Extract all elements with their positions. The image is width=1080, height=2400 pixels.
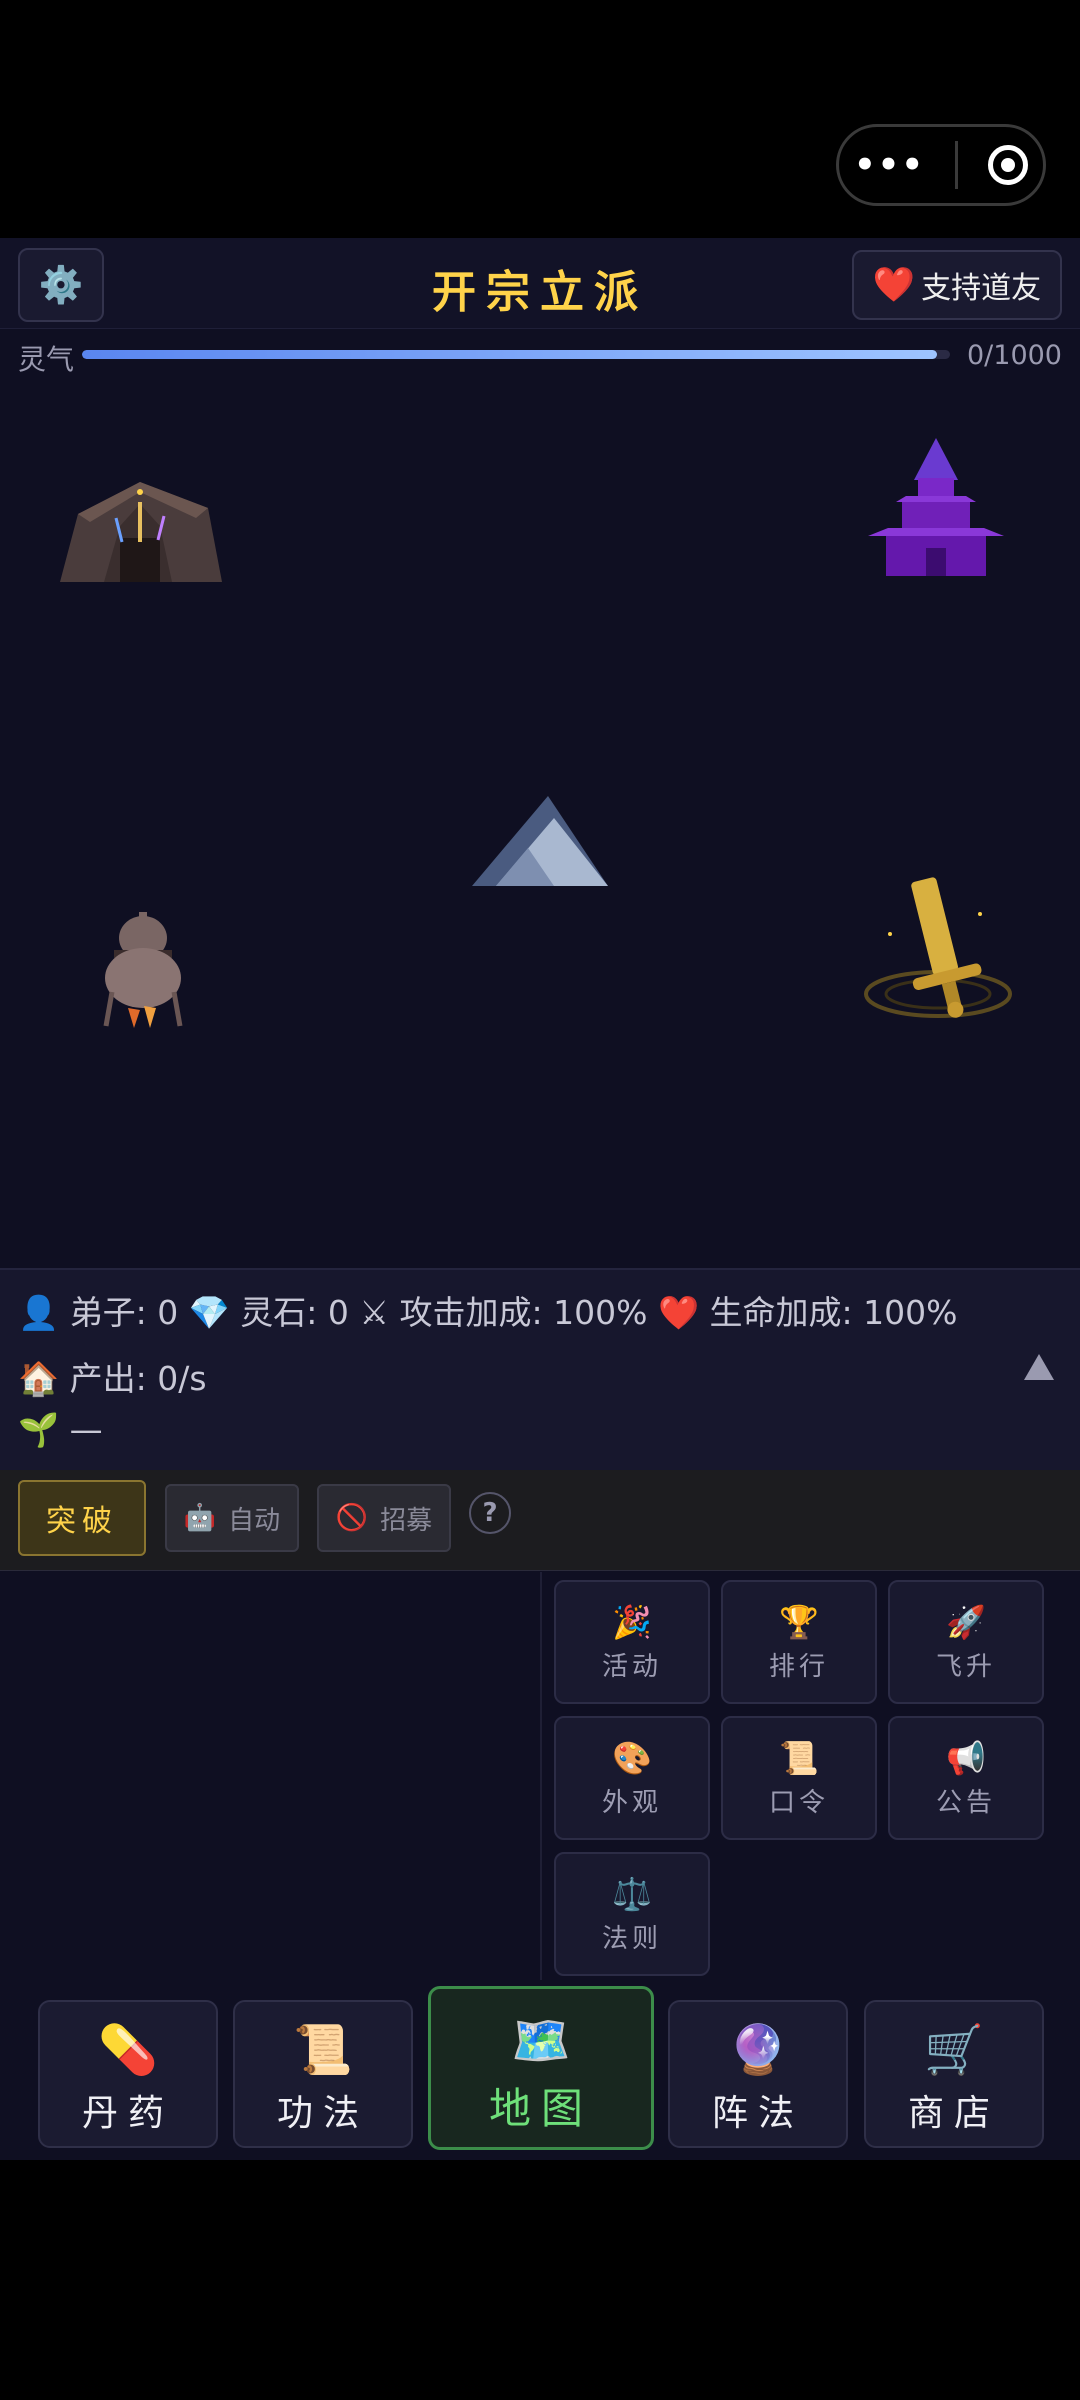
pill-icon: 💊: [98, 2022, 158, 2078]
disciple-count: 弟子: 0: [69, 1293, 179, 1332]
rules-button[interactable]: ⚖️ 法则: [554, 1852, 710, 1976]
spirit-stone-count: 灵石: 0: [240, 1293, 349, 1332]
header: ⚙️ 开宗立派 ❤️ 支持道友: [0, 238, 1080, 329]
activity-button[interactable]: 🎉 活动: [554, 1580, 710, 1704]
bottom-safe-area: [0, 2160, 1080, 2400]
bottom-nav: 💊 丹药 📜 功法 🗺️ 地图 🔮 阵法 🛒 商店: [0, 1980, 1080, 2160]
sprout-icon: 🌱: [18, 1410, 60, 1449]
more-menu-button[interactable]: •••: [854, 145, 925, 185]
nav-shop[interactable]: 🛒 商店: [864, 2000, 1044, 2148]
nav-formations[interactable]: 🔮 阵法: [668, 2000, 848, 2148]
party-popper-icon: 🎉: [612, 1603, 652, 1641]
qi-progress-bar: [82, 350, 950, 359]
heart-icon: ❤️: [872, 265, 916, 305]
crystal-ball-icon: 🔮: [728, 2022, 788, 2078]
action-bar: 突破 🤖 自动 🚫 招募 ?: [0, 1470, 1080, 1571]
support-label: 支持道友: [921, 271, 1042, 306]
disciple-icon: 👤: [18, 1293, 60, 1332]
auto-button[interactable]: 🤖 自动: [165, 1484, 299, 1552]
status-bar-area: •••: [0, 0, 1080, 238]
capsule-divider: [955, 141, 959, 189]
ascend-button[interactable]: 🚀 飞升: [888, 1580, 1044, 1704]
palette-icon: 🎨: [612, 1739, 652, 1777]
shopping-cart-icon: 🛒: [924, 2022, 984, 2078]
crossed-swords-icon: ⚔: [359, 1293, 389, 1332]
prohibited-icon: 🚫: [335, 1503, 369, 1533]
scroll-icon: 📜: [779, 1739, 819, 1777]
qi-label: 灵气: [18, 343, 75, 376]
support-button[interactable]: ❤️ 支持道友: [852, 250, 1062, 320]
stats-line-2: 🏠 产出: 0/s: [18, 1352, 207, 1400]
close-miniprogram-icon[interactable]: [988, 145, 1028, 185]
house-icon: 🏠: [18, 1359, 60, 1398]
nav-shop-label: 商店: [907, 2093, 1000, 2134]
appearance-button[interactable]: 🎨 外观: [554, 1716, 710, 1840]
nav-formations-label: 阵法: [711, 2093, 804, 2134]
heart-icon: ❤️: [657, 1293, 700, 1332]
stats-line-3: 🌱 —: [18, 1410, 103, 1450]
qi-progress-fill: [82, 350, 937, 359]
miniprogram-capsule: •••: [836, 124, 1046, 206]
map-icon: 🗺️: [511, 2013, 571, 2069]
spirit-stone-icon: 💎: [188, 1293, 230, 1332]
qi-value: 0/1000: [967, 340, 1062, 371]
collapse-arrow-icon[interactable]: [1024, 1354, 1054, 1380]
sword-array-building[interactable]: [860, 874, 1016, 1024]
help-button[interactable]: ?: [469, 1492, 511, 1534]
recruit-label: 招募: [380, 1505, 433, 1536]
breakthrough-button[interactable]: 突破: [18, 1480, 146, 1556]
recruit-button[interactable]: 🚫 招募: [317, 1484, 451, 1552]
balance-scale-icon: ⚖️: [612, 1875, 652, 1913]
ranking-button[interactable]: 🏆 排行: [721, 1580, 877, 1704]
rules-label: 法则: [601, 1924, 662, 1954]
nav-pills[interactable]: 💊 丹药: [38, 2000, 218, 2148]
nav-map-label: 地图: [488, 2084, 593, 2133]
announcement-button[interactable]: 📢 公告: [888, 1716, 1044, 1840]
rocket-icon: 🚀: [946, 1603, 986, 1641]
passcode-label: 口令: [768, 1788, 829, 1818]
nav-pills-label: 丹药: [81, 2093, 174, 2134]
appearance-label: 外观: [601, 1788, 662, 1818]
sect-map: [0, 388, 1080, 1268]
auto-label: 自动: [228, 1505, 281, 1536]
qi-progress-row: 灵气 0/1000: [0, 336, 1080, 378]
cave-tent-building[interactable]: [60, 478, 222, 588]
feature-grid: 🎉 活动 🏆 排行 🚀 飞升 🎨 外观 📜 口令 📢 公告 ⚖️ 法则: [540, 1572, 1080, 1980]
announcement-label: 公告: [935, 1788, 996, 1818]
passcode-button[interactable]: 📜 口令: [721, 1716, 877, 1840]
life-bonus: 生命加成: 100%: [709, 1293, 958, 1332]
output-rate: 产出: 0/s: [69, 1359, 207, 1398]
nav-map[interactable]: 🗺️ 地图: [428, 1986, 654, 2150]
scroll-icon: 📜: [293, 2022, 353, 2078]
pagoda-building[interactable]: [866, 438, 1006, 578]
trophy-icon: 🏆: [779, 1603, 819, 1641]
stats-line-1: 👤 弟子: 0 💎 灵石: 0 ⚔ 攻击加成: 100% ❤️ 生命加成: 10…: [18, 1286, 958, 1334]
activity-label: 活动: [601, 1652, 662, 1682]
game-screen: ⚙️ 开宗立派 ❤️ 支持道友 灵气 0/1000 👤 弟子: 0 💎 灵石: …: [0, 238, 1080, 2160]
ascend-label: 飞升: [935, 1652, 996, 1682]
sprout-status: —: [69, 1410, 103, 1449]
alchemy-cauldron-building[interactable]: [98, 912, 188, 1028]
mountain-building[interactable]: [472, 796, 608, 888]
megaphone-icon: 📢: [946, 1739, 986, 1777]
nav-techniques[interactable]: 📜 功法: [233, 2000, 413, 2148]
ranking-label: 排行: [768, 1652, 829, 1682]
sect-stats-panel: 👤 弟子: 0 💎 灵石: 0 ⚔ 攻击加成: 100% ❤️ 生命加成: 10…: [0, 1268, 1080, 1472]
nav-techniques-label: 功法: [276, 2093, 369, 2134]
robot-icon: 🤖: [183, 1503, 217, 1533]
attack-bonus: 攻击加成: 100%: [399, 1293, 648, 1332]
